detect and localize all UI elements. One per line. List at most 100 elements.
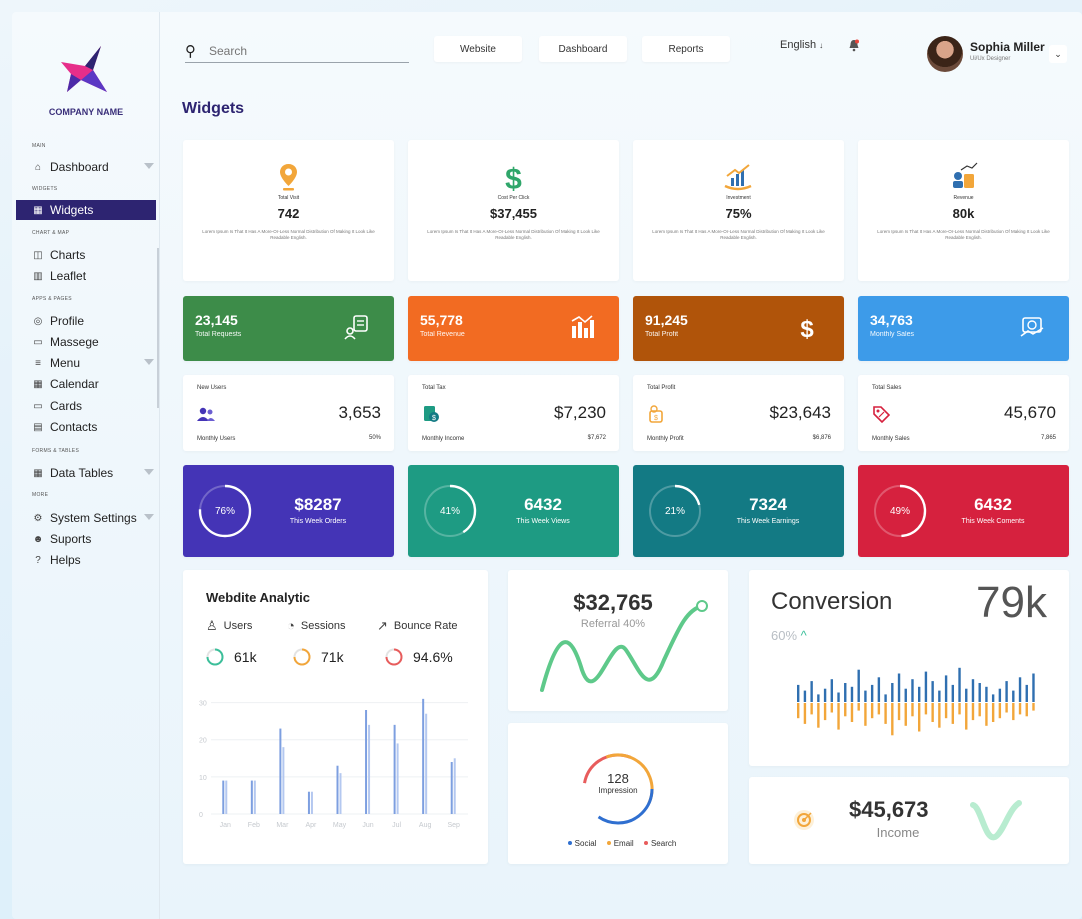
tag-icon bbox=[873, 406, 890, 423]
conversion-bar-up bbox=[830, 679, 834, 702]
reports-button[interactable]: Reports bbox=[642, 36, 730, 62]
progress-value: $8287 bbox=[294, 495, 342, 514]
sidebar-item-label: Calendar bbox=[50, 377, 99, 391]
stat-value: 71k bbox=[321, 649, 344, 665]
x-tick-label: Jun bbox=[362, 822, 373, 829]
stat-card: 91,245 Total Profit $ bbox=[633, 296, 844, 361]
sidebar-item-leaflet[interactable]: ▥ Leaflet bbox=[16, 266, 156, 286]
conversion-bar-up bbox=[944, 675, 948, 702]
gear-icon: ⚙ bbox=[33, 512, 43, 524]
investment-icon bbox=[724, 164, 752, 191]
conversion-bar-up bbox=[998, 688, 1002, 702]
sidebar-item-profile[interactable]: ◎ Profile bbox=[16, 311, 156, 331]
impression-legend: Social Email Search bbox=[508, 839, 728, 848]
legend-label: Search bbox=[650, 839, 677, 848]
conversion-bar-up bbox=[958, 667, 961, 702]
analytic-bar-chart: 0 10 20 30 Jan Feb Mar Apr May Jun Jul Aug Sep bbox=[199, 698, 468, 829]
conversion-bar-down bbox=[978, 703, 981, 717]
legend-users: ♙ Users bbox=[206, 618, 252, 634]
chart-bar bbox=[422, 698, 425, 814]
summary-label: Total Tax bbox=[422, 385, 446, 391]
progress-percent: 49% bbox=[889, 505, 910, 517]
conversion-bar-up bbox=[823, 688, 827, 702]
sidebar-item-label: Profile bbox=[50, 314, 85, 328]
sidebar-item-calendar[interactable]: ▦ Calendar bbox=[16, 374, 156, 394]
revenue-icon bbox=[953, 162, 978, 188]
summary-sub-label: Monthly Users bbox=[197, 436, 236, 442]
summary-card: Total Tax $ $7,230 Monthly Income $7,672 bbox=[408, 375, 619, 451]
conversion-bar-up bbox=[924, 671, 928, 702]
referral-sparkline bbox=[540, 600, 708, 692]
summary-label: Total Profit bbox=[647, 385, 676, 391]
home-icon: ⌂ bbox=[34, 161, 42, 173]
sidebar-item-massege[interactable]: ▭ Massege bbox=[16, 332, 156, 352]
widget-card: Investment 75% Lorem Ipsum Is That It Ha… bbox=[633, 140, 844, 281]
section-more: More bbox=[32, 492, 49, 498]
chevron-down-icon: ⌄ bbox=[1054, 48, 1062, 59]
sidebar-item-menu[interactable]: ≡ Menu bbox=[16, 353, 156, 373]
grid-icon: ▦ bbox=[33, 204, 43, 216]
conversion-bar-down bbox=[850, 703, 854, 722]
svg-text:$: $ bbox=[654, 415, 658, 422]
conversion-bar-up bbox=[1032, 673, 1035, 702]
chart-bar bbox=[222, 780, 225, 814]
section-apps-pages: Apps & Pages bbox=[32, 296, 72, 302]
bell-icon[interactable] bbox=[848, 39, 860, 52]
conversion-bar-down bbox=[938, 703, 941, 728]
conversion-bar-down bbox=[1025, 703, 1028, 717]
avatar[interactable] bbox=[927, 36, 963, 72]
sidebar-item-helps[interactable]: ? Helps bbox=[16, 550, 156, 570]
svg-text:$: $ bbox=[432, 415, 436, 422]
conversion-bar-up bbox=[877, 677, 881, 702]
summary-sub-value: 50% bbox=[368, 435, 381, 441]
language-selector[interactable]: English ↓ bbox=[780, 39, 823, 51]
widget-desc: Lorem Ipsum Is That It Has A More-Or-Les… bbox=[427, 229, 600, 240]
conversion-bar-down bbox=[897, 703, 901, 721]
y-tick-label: 10 bbox=[199, 775, 207, 782]
conversion-bar-down bbox=[924, 703, 928, 715]
y-tick-label: 30 bbox=[199, 701, 207, 708]
x-tick-label: Feb bbox=[248, 822, 260, 829]
user-menu-dropdown[interactable]: ⌄ bbox=[1049, 45, 1067, 63]
sidebar-item-contacts[interactable]: ▤ Contacts bbox=[16, 417, 156, 437]
stat-value: 91,245 bbox=[645, 312, 688, 328]
sidebar-item-data-tables[interactable]: ▦ Data Tables bbox=[16, 463, 156, 483]
message-icon: ▭ bbox=[33, 336, 43, 348]
website-analytic-card: Webdite Analytic ♙ Users ◔ Sessions ↗ Bounc… bbox=[183, 570, 488, 864]
chart-bar bbox=[425, 713, 428, 814]
widget-card: Revenue 80k Lorem Ipsum Is That It Has A… bbox=[858, 140, 1069, 281]
conversion-bar-up bbox=[891, 683, 894, 702]
sidebar-item-dashboard[interactable]: ⌂ Dashboard bbox=[16, 157, 156, 177]
chevron-down-icon bbox=[144, 163, 154, 169]
search-input[interactable] bbox=[209, 43, 389, 58]
stat-sessions: 71k bbox=[293, 648, 344, 666]
conversion-bar-up bbox=[837, 692, 840, 702]
website-button[interactable]: Website bbox=[434, 36, 522, 62]
chevron-up-icon: ^ bbox=[797, 628, 807, 643]
sidebar-item-widgets[interactable]: ▦ Widgets bbox=[16, 200, 156, 220]
analytic-title: Webdite Analytic bbox=[206, 590, 311, 605]
sidebar-scrollbar[interactable] bbox=[157, 248, 159, 408]
conversion-bar-up bbox=[857, 669, 860, 702]
widget-card: $ Cost Per Click $37,455 Lorem Ipsum Is … bbox=[408, 140, 619, 281]
income-sparkline bbox=[970, 800, 1022, 841]
sidebar: COMPANY NAME MAIN ⌂ Dashboard WIDGETS ▦ Wi… bbox=[12, 12, 160, 919]
chart-bar bbox=[339, 773, 342, 814]
sidebar-item-cards[interactable]: ▭ Cards bbox=[16, 396, 156, 416]
chart-bar bbox=[450, 762, 453, 814]
summary-sub-value: $7,672 bbox=[587, 435, 606, 441]
conversion-bar-down bbox=[931, 703, 934, 722]
target-icon bbox=[794, 810, 814, 830]
income-value: $45,673 bbox=[849, 797, 929, 822]
sidebar-item-suports[interactable]: ☻ Suports bbox=[16, 529, 156, 549]
dashboard-button[interactable]: Dashboard bbox=[539, 36, 627, 62]
sidebar-item-label: Cards bbox=[50, 399, 83, 413]
summary-card: Total Profit $ $23,643 Monthly Profit $6… bbox=[633, 375, 844, 451]
conversion-bar-down bbox=[944, 703, 948, 719]
summary-sub-label: Monthly Income bbox=[422, 436, 465, 442]
sidebar-item-charts[interactable]: ◫ Charts bbox=[16, 245, 156, 265]
widget-value: 80k bbox=[952, 206, 975, 221]
sales-icon bbox=[1020, 317, 1044, 337]
sidebar-item-system-settings[interactable]: ⚙ System Settings bbox=[16, 508, 156, 528]
progress-value: 6432 bbox=[524, 495, 562, 514]
